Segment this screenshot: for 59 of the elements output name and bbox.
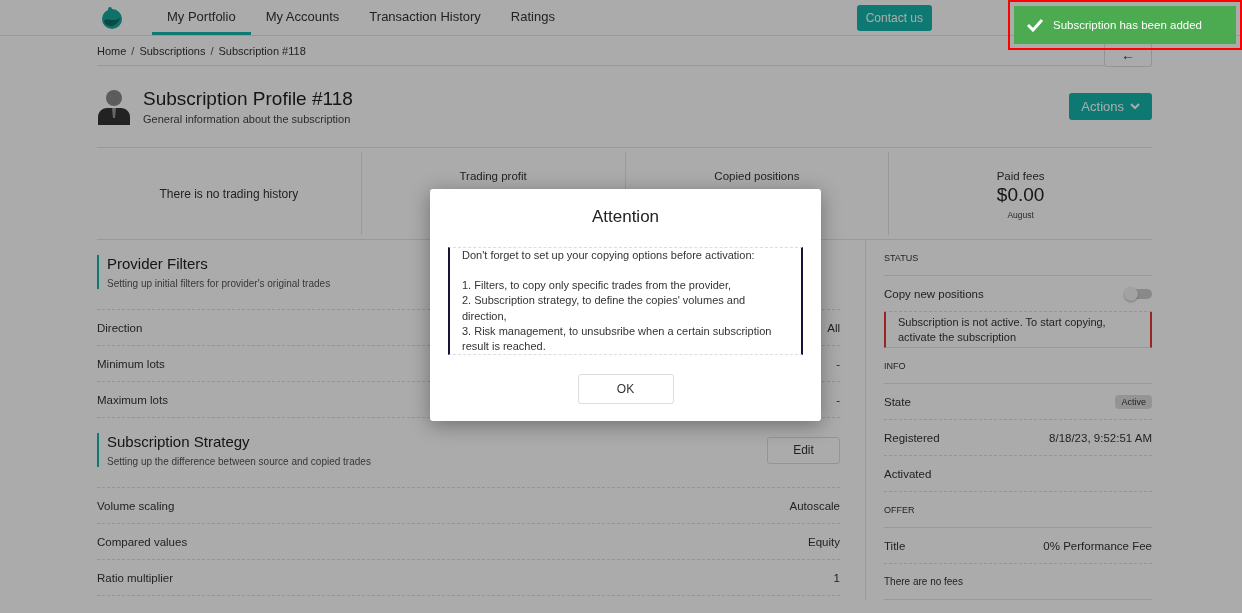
section-title: Provider Filters <box>107 255 209 272</box>
setting-value: Equity <box>808 535 840 548</box>
dialog-list-item: 2. Subscription strategy, to define the copies' volumes and direction, <box>462 293 747 324</box>
ok-button[interactable]: OK <box>577 374 674 405</box>
setting-label: Maximum lots <box>97 393 168 406</box>
stat-value: $0.00 <box>996 184 1045 206</box>
info-value: 8/18/23, 9:52:51 AM <box>1049 431 1152 444</box>
setting-value: All <box>827 321 840 334</box>
section-subtitle: Setting up initial filters for provider's original trades <box>107 278 331 289</box>
info-label: State <box>884 395 911 408</box>
breadcrumb-separator: / <box>131 44 135 57</box>
fees-note: There are no fees <box>884 576 963 587</box>
setting-label: Ratio multiplier <box>97 571 174 584</box>
inactive-alert: Subscription is not active. To start copying, activate the subscription <box>884 312 1152 348</box>
section-heading: STATUS <box>884 252 919 263</box>
nav-tab[interactable]: Ratings <box>495 0 570 35</box>
stat-label: Paid fees <box>996 170 1045 182</box>
setting-value: Autoscale <box>789 499 840 512</box>
info-label: Title <box>884 539 906 552</box>
setting-value: 1 <box>833 571 840 584</box>
section-subtitle: Setting up the difference between source and copied trades <box>107 456 371 467</box>
toggle-switch[interactable] <box>1126 288 1152 299</box>
chevron-down-icon <box>1130 103 1140 110</box>
setting-label: Compared values <box>97 535 188 548</box>
nav-tab[interactable]: My Portfolio <box>152 0 251 35</box>
nav-tab[interactable]: Transaction History <box>354 0 496 35</box>
stat-period: August <box>1007 210 1034 220</box>
setting-label: Direction <box>97 321 143 334</box>
toast-message: Subscription has been added <box>1053 19 1202 31</box>
info-value: 0% Performance Fee <box>1043 539 1152 552</box>
checkmark-icon <box>1026 18 1044 32</box>
logo-icon <box>100 5 124 30</box>
toggle-label: Copy new positions <box>884 287 984 300</box>
section-heading: OFFER <box>884 504 915 515</box>
section-title: Subscription Strategy <box>107 433 251 450</box>
info-label: Registered <box>884 431 940 444</box>
setting-label: Volume scaling <box>97 499 175 512</box>
page-subtitle: General information about the subscription <box>143 113 352 125</box>
state-badge: Active <box>1115 394 1152 409</box>
dialog-list-item: 1. Filters, to copy only specific trades from the provider, <box>462 278 732 294</box>
dialog-list-item: 3. Risk management, to unsubsribe when a certain subscription result is reached. <box>462 323 773 354</box>
info-label: Activated <box>884 467 932 480</box>
setting-value: - <box>836 393 840 406</box>
breadcrumb-separator: / <box>210 44 214 57</box>
section-heading: INFO <box>884 360 906 371</box>
nav-tab[interactable]: My Accounts <box>250 0 355 35</box>
breadcrumb-link[interactable]: Home <box>97 44 127 57</box>
dialog-intro: Don't forget to set up your copying options before activation: <box>462 248 756 263</box>
stat-label: Copied positions <box>714 170 800 182</box>
dialog-title: Attention <box>591 207 660 227</box>
setting-value: - <box>836 357 840 370</box>
page-title: Subscription Profile #118 <box>143 88 353 110</box>
user-avatar-icon <box>97 88 131 125</box>
breadcrumb-link[interactable]: Subscriptions <box>139 44 206 57</box>
edit-button[interactable]: Edit <box>767 436 840 464</box>
setting-label: Minimum lots <box>97 357 165 370</box>
breadcrumb-link[interactable]: Subscription #118 <box>218 44 306 57</box>
empty-history-text: There is no trading history <box>159 186 299 201</box>
stat-label: Trading profit <box>459 170 527 182</box>
